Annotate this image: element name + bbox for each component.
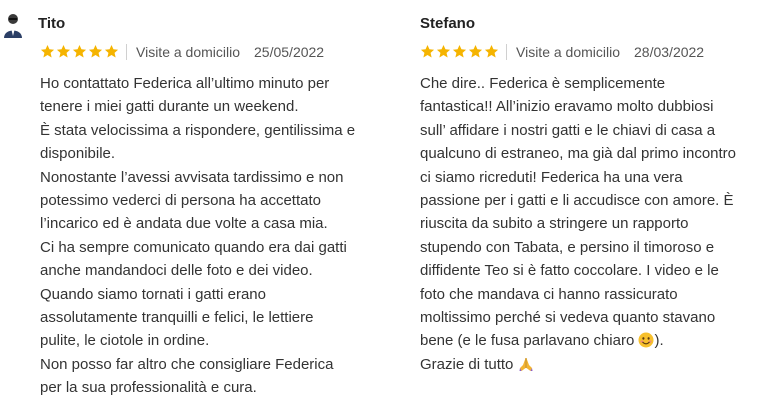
- avatar[interactable]: [2, 12, 24, 38]
- review-line: È stata velocissima a rispondere, gentil…: [40, 121, 356, 139]
- smiling-face-emoji-icon: [638, 332, 654, 348]
- review-line: Che dire.. Federica è semplicemente: [420, 75, 666, 92]
- review-line: foto che mandava ci hanno rassicurato: [420, 285, 678, 303]
- star-icon: [88, 44, 103, 58]
- meta-divider: [506, 43, 507, 60]
- review-line: ci siamo ricreduti! Federica ha una vera: [420, 168, 683, 186]
- review-line: Quando siamo tornati i gatti erano: [40, 285, 266, 303]
- star-icon: [436, 44, 451, 58]
- review-meta: Visite a domicilio 28/03/2022: [420, 43, 704, 63]
- meta-divider: [126, 43, 127, 60]
- review-author-row: Stefano: [384, 10, 744, 38]
- service-type: Visite a domicilio: [136, 43, 241, 60]
- review-line: l’incarico ed è andata due volte a casa …: [40, 215, 328, 233]
- review-line: tenere i miei gatti durante un weekend.: [40, 98, 299, 116]
- author-name[interactable]: Tito: [38, 15, 65, 32]
- review-line: Ci ha sempre comunicato quando era dai g…: [40, 238, 347, 256]
- review-date: 25/05/2022: [254, 43, 325, 60]
- review-text: Che dire.. Federica è semplicemente fant…: [420, 72, 765, 376]
- star-icon: [56, 44, 71, 58]
- review-date: 28/03/2022: [634, 43, 705, 60]
- review-line: Nonostante l’avessi avvisata tardissimo …: [40, 168, 344, 186]
- folded-hands-emoji-icon: [519, 357, 533, 371]
- review-line: qualcuno di estraneo, ma già dal primo i…: [420, 145, 737, 163]
- review-line: potessimo vederci di persona ha accettat…: [40, 192, 321, 210]
- star-rating: [420, 44, 500, 60]
- review-line: disponibile.: [40, 145, 116, 163]
- review-line: bene (e le fusa parlavano chiaro ).: [420, 329, 765, 352]
- review-line: Ho contattato Federica all’ultimo minuto…: [40, 75, 330, 92]
- review-line-suffix: ).: [654, 332, 664, 350]
- star-icon: [104, 44, 119, 58]
- review-line: passione per i gatti e li accudisce con …: [420, 192, 734, 210]
- review-author-row: Tito: [0, 10, 360, 38]
- author-name[interactable]: Stefano: [420, 15, 475, 32]
- review-line: moltissimo perché si vedeva quanto stava…: [420, 309, 716, 327]
- review-line: diffidente Teo si è fatto coccolare. I v…: [420, 262, 719, 280]
- review-text: Ho contattato Federica all’ultimo minuto…: [40, 72, 380, 400]
- star-icon: [40, 44, 55, 58]
- review-line: assolutamente tranquilli e felici, le le…: [40, 309, 314, 327]
- review-line: per la sua professionalità e cura.: [40, 379, 257, 397]
- review-line: Non posso far altro che consigliare Fede…: [40, 355, 334, 373]
- star-rating: [40, 44, 120, 60]
- review-line: sull’ affidare i nostri gatti e le chiav…: [420, 121, 716, 139]
- review-line: fantastica!! All’inizio eravamo molto du…: [420, 98, 714, 116]
- review-line: riuscita da subito a stringere un rappor…: [420, 215, 689, 233]
- star-icon: [452, 44, 467, 58]
- review-line: Grazie di tutto: [420, 353, 765, 376]
- star-icon: [420, 44, 435, 58]
- review-line: stupendo con Tabata, e persino il timoro…: [420, 238, 715, 256]
- review-line-text: bene (e le fusa parlavano chiaro: [420, 332, 635, 350]
- service-type: Visite a domicilio: [516, 43, 621, 60]
- star-icon: [468, 44, 483, 58]
- review-meta: Visite a domicilio 25/05/2022: [40, 43, 324, 63]
- review-line: pulite, le ciotole in ordine.: [40, 332, 210, 350]
- review-line-text: Grazie di tutto: [420, 355, 514, 373]
- star-icon: [484, 44, 499, 58]
- star-icon: [72, 44, 87, 58]
- review-line: anche mandandoci delle foto e dei video.: [40, 262, 313, 280]
